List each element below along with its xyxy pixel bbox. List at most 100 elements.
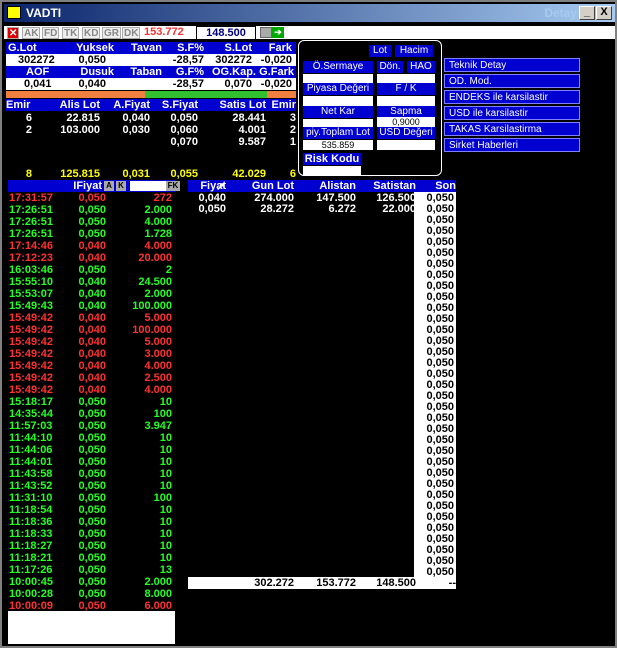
trade-row[interactable]: 15:49:42 0,040 100.000 [8, 324, 175, 336]
menu-usd[interactable]: USD ile karsilastir [444, 106, 580, 120]
trade-row[interactable]: 17:26:51 0,050 4.000 [8, 216, 175, 228]
trade-cell: 2.000 [144, 576, 172, 588]
trade-cell: 4.000 [144, 240, 172, 252]
trade-cell: 15:49:42 [9, 372, 54, 384]
trade-row[interactable]: 15:53:07 0,040 2.000 [8, 288, 175, 300]
trade-cell: 0,050 [78, 396, 106, 408]
close-button[interactable]: X [596, 6, 612, 20]
trade-row[interactable]: 11:18:54 0,050 10 [8, 504, 175, 516]
trade-row[interactable]: 11:57:03 0,050 3.947 [8, 420, 175, 432]
sort-k-button[interactable]: K [116, 181, 126, 191]
trade-row[interactable]: 17:31:57 0,050 272 [8, 192, 175, 204]
trade-row[interactable]: 15:49:42 0,040 5.000 [8, 312, 175, 324]
trade-row[interactable]: 17:26:51 0,050 1.728 [8, 228, 175, 240]
detay-label: Detay [544, 6, 577, 20]
title-bar[interactable]: VADTI Detay _ X [4, 4, 615, 22]
trade-cell: 0,040 [78, 336, 106, 348]
book-cell: 0,040 [122, 112, 150, 124]
trade-row[interactable]: 17:14:46 0,040 4.000 [8, 240, 175, 252]
trade-row[interactable]: 15:49:43 0,040 100.000 [8, 300, 175, 312]
trade-cell: 11:18:36 [9, 516, 53, 528]
piyasa-label: Piyasa Değeri [303, 83, 373, 95]
trade-row[interactable]: 11:43:52 0,050 10 [8, 480, 175, 492]
trade-cell: 15:49:42 [9, 324, 54, 336]
trade-row[interactable]: 11:44:10 0,050 10 [8, 432, 175, 444]
trade-row[interactable]: 11:18:36 0,050 10 [8, 516, 175, 528]
trade-row[interactable]: 11:44:06 0,050 10 [8, 444, 175, 456]
trade-row[interactable]: 11:18:21 0,050 10 [8, 552, 175, 564]
trade-cell: 0,040 [78, 348, 106, 360]
trade-cell: 10 [159, 516, 172, 528]
trade-row[interactable]: 10:00:45 0,050 2.000 [8, 576, 175, 588]
book-cell: 0,030 [122, 124, 150, 136]
piyasa-value [303, 96, 373, 106]
arrow-right-icon[interactable]: ➔ [272, 27, 284, 38]
lot-button[interactable]: Lot [369, 45, 391, 57]
trade-row[interactable]: 11:18:33 0,050 10 [8, 528, 175, 540]
trade-cell: 0,040 [78, 372, 106, 384]
trade-row[interactable]: 15:49:42 0,040 2.500 [8, 372, 175, 384]
trade-cell: 10 [159, 432, 172, 444]
trade-row[interactable]: 11:44:01 0,050 10 [8, 456, 175, 468]
trade-row[interactable]: 11:31:10 0,050 100 [8, 492, 175, 504]
trade-cell: 15:53:07 [9, 288, 54, 300]
trade-cell: 4.000 [144, 384, 172, 396]
trade-cell: 10 [159, 540, 172, 552]
depth-cell: 6.272 [328, 203, 356, 215]
tool-kd[interactable]: KD [82, 27, 101, 39]
trade-row[interactable]: 17:26:51 0,050 2.000 [8, 204, 175, 216]
piytoplam-label: piy.Toplam Lot [303, 127, 373, 139]
trade-cell: 0,040 [78, 252, 106, 264]
trade-row[interactable]: 17:12:23 0,040 20.000 [8, 252, 175, 264]
trade-cell: 5.000 [144, 312, 172, 324]
menu-od-mod[interactable]: OD. Mod. [444, 74, 580, 88]
fk-value [377, 96, 435, 106]
trade-row[interactable]: 15:49:42 0,040 3.000 [8, 348, 175, 360]
hacim-button[interactable]: Hacim [395, 45, 433, 57]
don-label: Dön. [377, 61, 403, 73]
filter-input[interactable] [130, 181, 166, 191]
tool-gr[interactable]: GR [102, 27, 121, 39]
depth-rows: 0,040 274.000 147.500 126.500 0,050 28.272 6.2… [188, 192, 418, 218]
menu-takas[interactable]: TAKAS Karsilastirma [444, 122, 580, 136]
trade-row[interactable]: 11:18:27 0,050 10 [8, 540, 175, 552]
menu-teknik-detay[interactable]: Teknik Detay [444, 58, 580, 72]
menu-endeks[interactable]: ENDEKS ile karsilastir [444, 90, 580, 104]
trade-row[interactable]: 15:55:10 0,040 24.500 [8, 276, 175, 288]
trade-cell: 100.000 [132, 324, 172, 336]
trade-row[interactable]: 16:03:46 0,050 2 [8, 264, 175, 276]
trade-row[interactable]: 15:49:42 0,040 5.000 [8, 336, 175, 348]
minimize-button[interactable]: _ [579, 6, 595, 20]
menu-sirket-haberleri[interactable]: Sirket Haberleri [444, 138, 580, 152]
trade-row[interactable]: 15:49:42 0,040 4.000 [8, 384, 175, 396]
tool-dk[interactable]: DK [122, 27, 141, 39]
info-header-1: G.Lot Yuksek Tavan S.F% S.Lot Fark [6, 42, 296, 54]
trade-row[interactable]: 14:35:44 0,050 100 [8, 408, 175, 420]
trade-cell: 11:57:03 [9, 420, 53, 432]
close-x-icon[interactable]: ✕ [7, 27, 20, 39]
trade-cell: 0,050 [78, 192, 106, 204]
trade-cell: 10:00:28 [9, 588, 54, 600]
trade-row[interactable]: 15:18:17 0,050 10 [8, 396, 175, 408]
trade-row[interactable]: 10:00:28 0,050 8.000 [8, 588, 175, 600]
trade-cell: 100.000 [132, 300, 172, 312]
trade-cell: 0,040 [78, 240, 106, 252]
fk-button[interactable]: FK [166, 181, 180, 191]
tool-ak[interactable]: AK [22, 27, 41, 39]
netkar-label: Net Kar [303, 106, 373, 118]
trade-cell: 10 [159, 396, 172, 408]
tool-fd[interactable]: FD [42, 27, 60, 39]
trade-cell: 2.000 [144, 288, 172, 300]
trade-cell: 3.000 [144, 348, 172, 360]
dropdown-icon[interactable] [260, 27, 272, 38]
tool-tk[interactable]: TK [62, 27, 80, 39]
trade-row[interactable]: 11:17:26 0,050 13 [8, 564, 175, 576]
trade-row[interactable]: 11:43:58 0,050 10 [8, 468, 175, 480]
trade-cell: 15:49:42 [9, 360, 54, 372]
sort-a-button[interactable]: A [104, 181, 114, 191]
trade-cell: 0,050 [78, 504, 106, 516]
trade-cell: 0,050 [78, 432, 106, 444]
book-cell: 4.001 [238, 124, 266, 136]
trade-cell: 0,040 [78, 384, 106, 396]
trade-row[interactable]: 15:49:42 0,040 4.000 [8, 360, 175, 372]
